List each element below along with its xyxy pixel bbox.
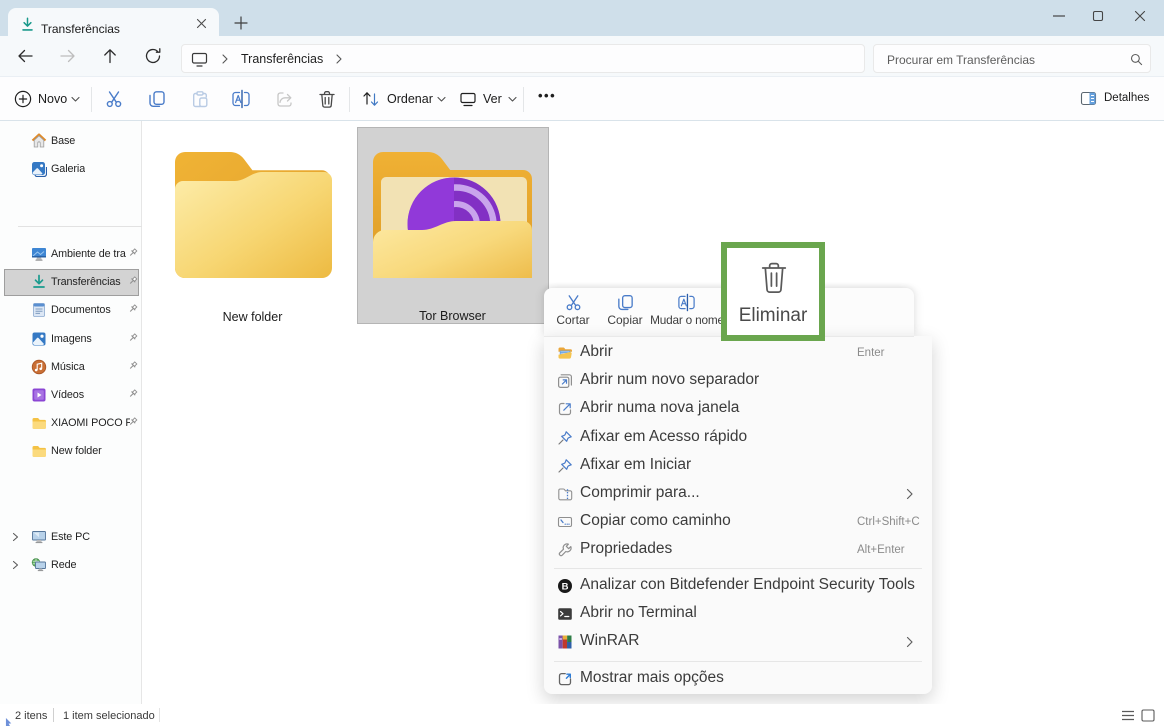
svg-text:B: B [562,581,569,592]
